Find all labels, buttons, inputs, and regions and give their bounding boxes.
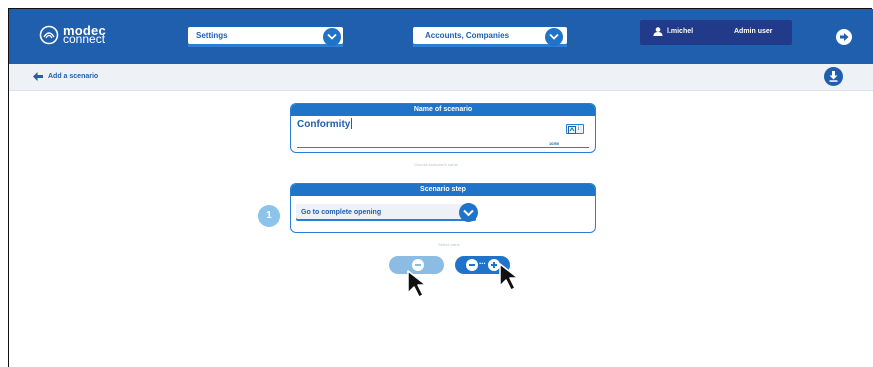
back-button[interactable]: Add a scenario xyxy=(33,72,98,81)
scenario-step-select[interactable]: Go to complete opening xyxy=(296,203,478,222)
logout-button[interactable] xyxy=(836,29,852,45)
text-caret xyxy=(351,118,353,129)
arrow-left-icon xyxy=(33,72,43,81)
scenario-name-value: Conformity xyxy=(297,119,351,130)
app-logo[interactable]: modec connect xyxy=(39,24,106,46)
user-icon xyxy=(653,27,663,36)
scenario-step-hint: Select value xyxy=(438,242,460,247)
account-select-value: Accounts, Companies xyxy=(425,31,510,40)
dots-separator: ··· xyxy=(479,259,486,268)
download-icon xyxy=(829,71,838,82)
scenario-name-input[interactable]: Conformity xyxy=(297,118,353,130)
logo-sub: connect xyxy=(63,32,106,46)
account-select[interactable]: Accounts, Companies xyxy=(413,27,567,47)
step-number-badge: 1 xyxy=(258,205,280,227)
scenario-step-title: Scenario step xyxy=(291,184,595,196)
scenario-name-title: Name of scenario xyxy=(291,104,595,116)
mouse-cursor-icon xyxy=(407,270,427,298)
info-button[interactable]: i xyxy=(566,124,584,134)
app-window: modec connect Settings Accounts, Compani… xyxy=(8,8,873,367)
scenario-step-card: Scenario step Go to complete opening xyxy=(290,183,596,233)
scenario-step-value: Go to complete opening xyxy=(301,209,382,216)
scenario-name-hint: Choose scenario's name xyxy=(414,162,458,167)
chevron-down-icon[interactable] xyxy=(459,203,478,222)
top-bar: modec connect Settings Accounts, Compani… xyxy=(9,9,873,64)
user-name: l.michel xyxy=(667,28,694,35)
chevron-down-icon[interactable] xyxy=(323,28,341,46)
chevron-down-icon[interactable] xyxy=(545,28,563,46)
page-title: Add a scenario xyxy=(48,73,99,80)
user-role: Admin user xyxy=(734,28,773,35)
minus-icon xyxy=(466,259,478,271)
settings-select-value: Settings xyxy=(196,31,228,40)
input-underline xyxy=(297,147,589,148)
sub-header: Add a scenario xyxy=(9,64,873,91)
settings-select[interactable]: Settings xyxy=(188,27,343,47)
scenario-name-card: Name of scenario Conformity i 10/50 xyxy=(290,103,596,153)
translate-icon xyxy=(568,126,576,134)
mouse-cursor-icon xyxy=(499,263,519,291)
logo-mark-icon xyxy=(39,25,59,45)
user-menu[interactable]: l.michel Admin user xyxy=(640,20,792,45)
info-button-text: i xyxy=(578,126,580,132)
download-button[interactable] xyxy=(824,67,843,86)
logout-icon xyxy=(840,33,849,41)
char-counter: 10/50 xyxy=(549,141,560,146)
